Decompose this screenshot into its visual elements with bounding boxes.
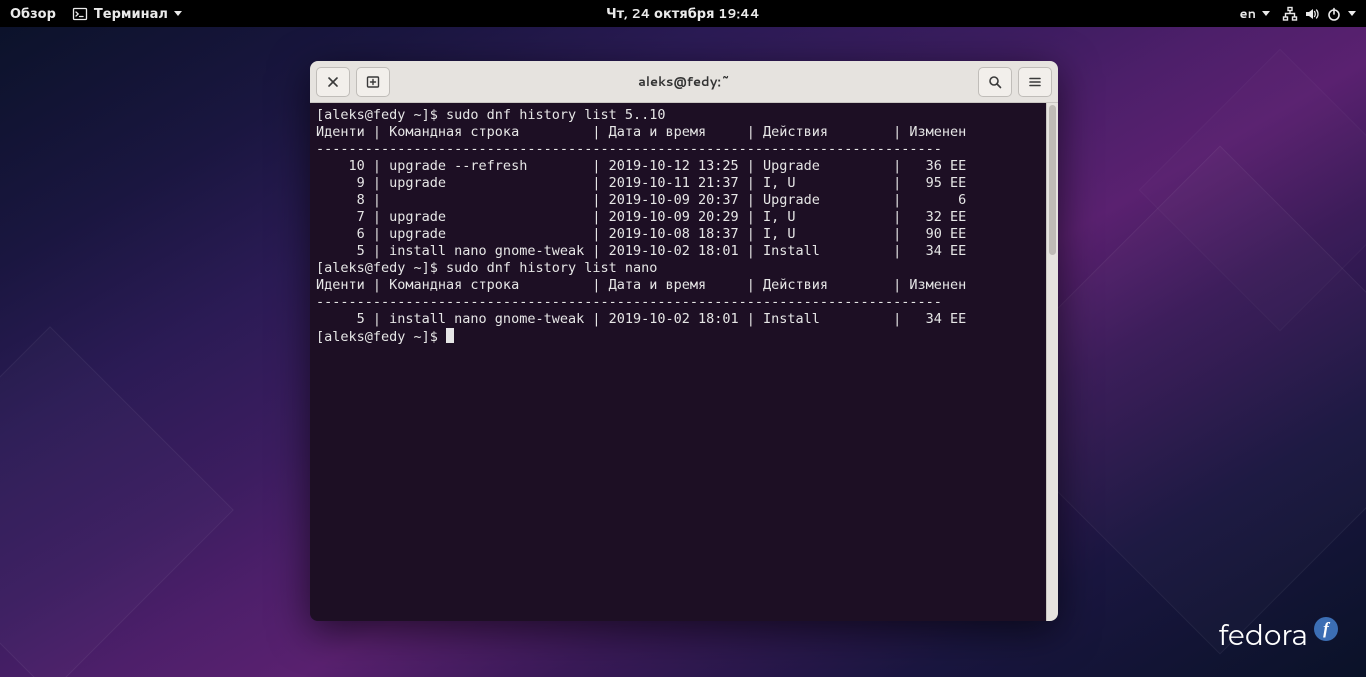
system-status-area[interactable] (1282, 6, 1356, 22)
chevron-down-icon (1348, 11, 1356, 16)
new-tab-icon (365, 74, 381, 90)
activities-label: Обзор (10, 5, 56, 23)
power-icon (1326, 6, 1342, 22)
terminal-scrollbar-track[interactable] (1046, 103, 1058, 621)
search-button[interactable] (978, 67, 1012, 97)
terminal-scrollbar-thumb[interactable] (1049, 105, 1056, 255)
new-tab-button[interactable] (356, 67, 390, 97)
clock-label: Чт, 24 октября 19:44 (606, 5, 760, 23)
terminal-cursor (446, 328, 454, 343)
gnome-top-bar: Обзор Терминал Чт, 24 октября 19:44 en (0, 0, 1366, 27)
chevron-down-icon (174, 11, 182, 16)
fedora-wordmark: fedora (1219, 619, 1308, 653)
chevron-down-icon (1262, 11, 1270, 16)
hamburger-menu-button[interactable] (1018, 67, 1052, 97)
fedora-bubble-icon: f (1314, 617, 1338, 641)
network-wired-icon (1282, 6, 1298, 22)
app-menu-label: Терминал (94, 5, 168, 23)
app-menu[interactable]: Терминал (72, 5, 182, 23)
search-icon (988, 75, 1002, 89)
close-button[interactable] (316, 67, 350, 97)
volume-icon (1304, 6, 1320, 22)
hamburger-icon (1028, 75, 1042, 89)
terminal-window: aleks@fedy:~ [aleks@fedy ~]$ sudo dnf hi… (310, 61, 1058, 621)
terminal-app-icon (72, 6, 88, 22)
window-title: aleks@fedy:~ (396, 73, 972, 91)
clock-button[interactable]: Чт, 24 октября 19:44 (606, 5, 760, 23)
activities-button[interactable]: Обзор (10, 5, 56, 23)
terminal-body: [aleks@fedy ~]$ sudo dnf history list 5.… (310, 103, 1058, 621)
close-icon (327, 76, 339, 88)
keyboard-layout-label: en (1240, 5, 1256, 23)
fedora-logo: fedora f (1219, 619, 1338, 653)
terminal-output[interactable]: [aleks@fedy ~]$ sudo dnf history list 5.… (310, 103, 1046, 621)
keyboard-layout-indicator[interactable]: en (1240, 5, 1270, 23)
desktop: Обзор Терминал Чт, 24 октября 19:44 en (0, 0, 1366, 677)
window-titlebar[interactable]: aleks@fedy:~ (310, 61, 1058, 103)
